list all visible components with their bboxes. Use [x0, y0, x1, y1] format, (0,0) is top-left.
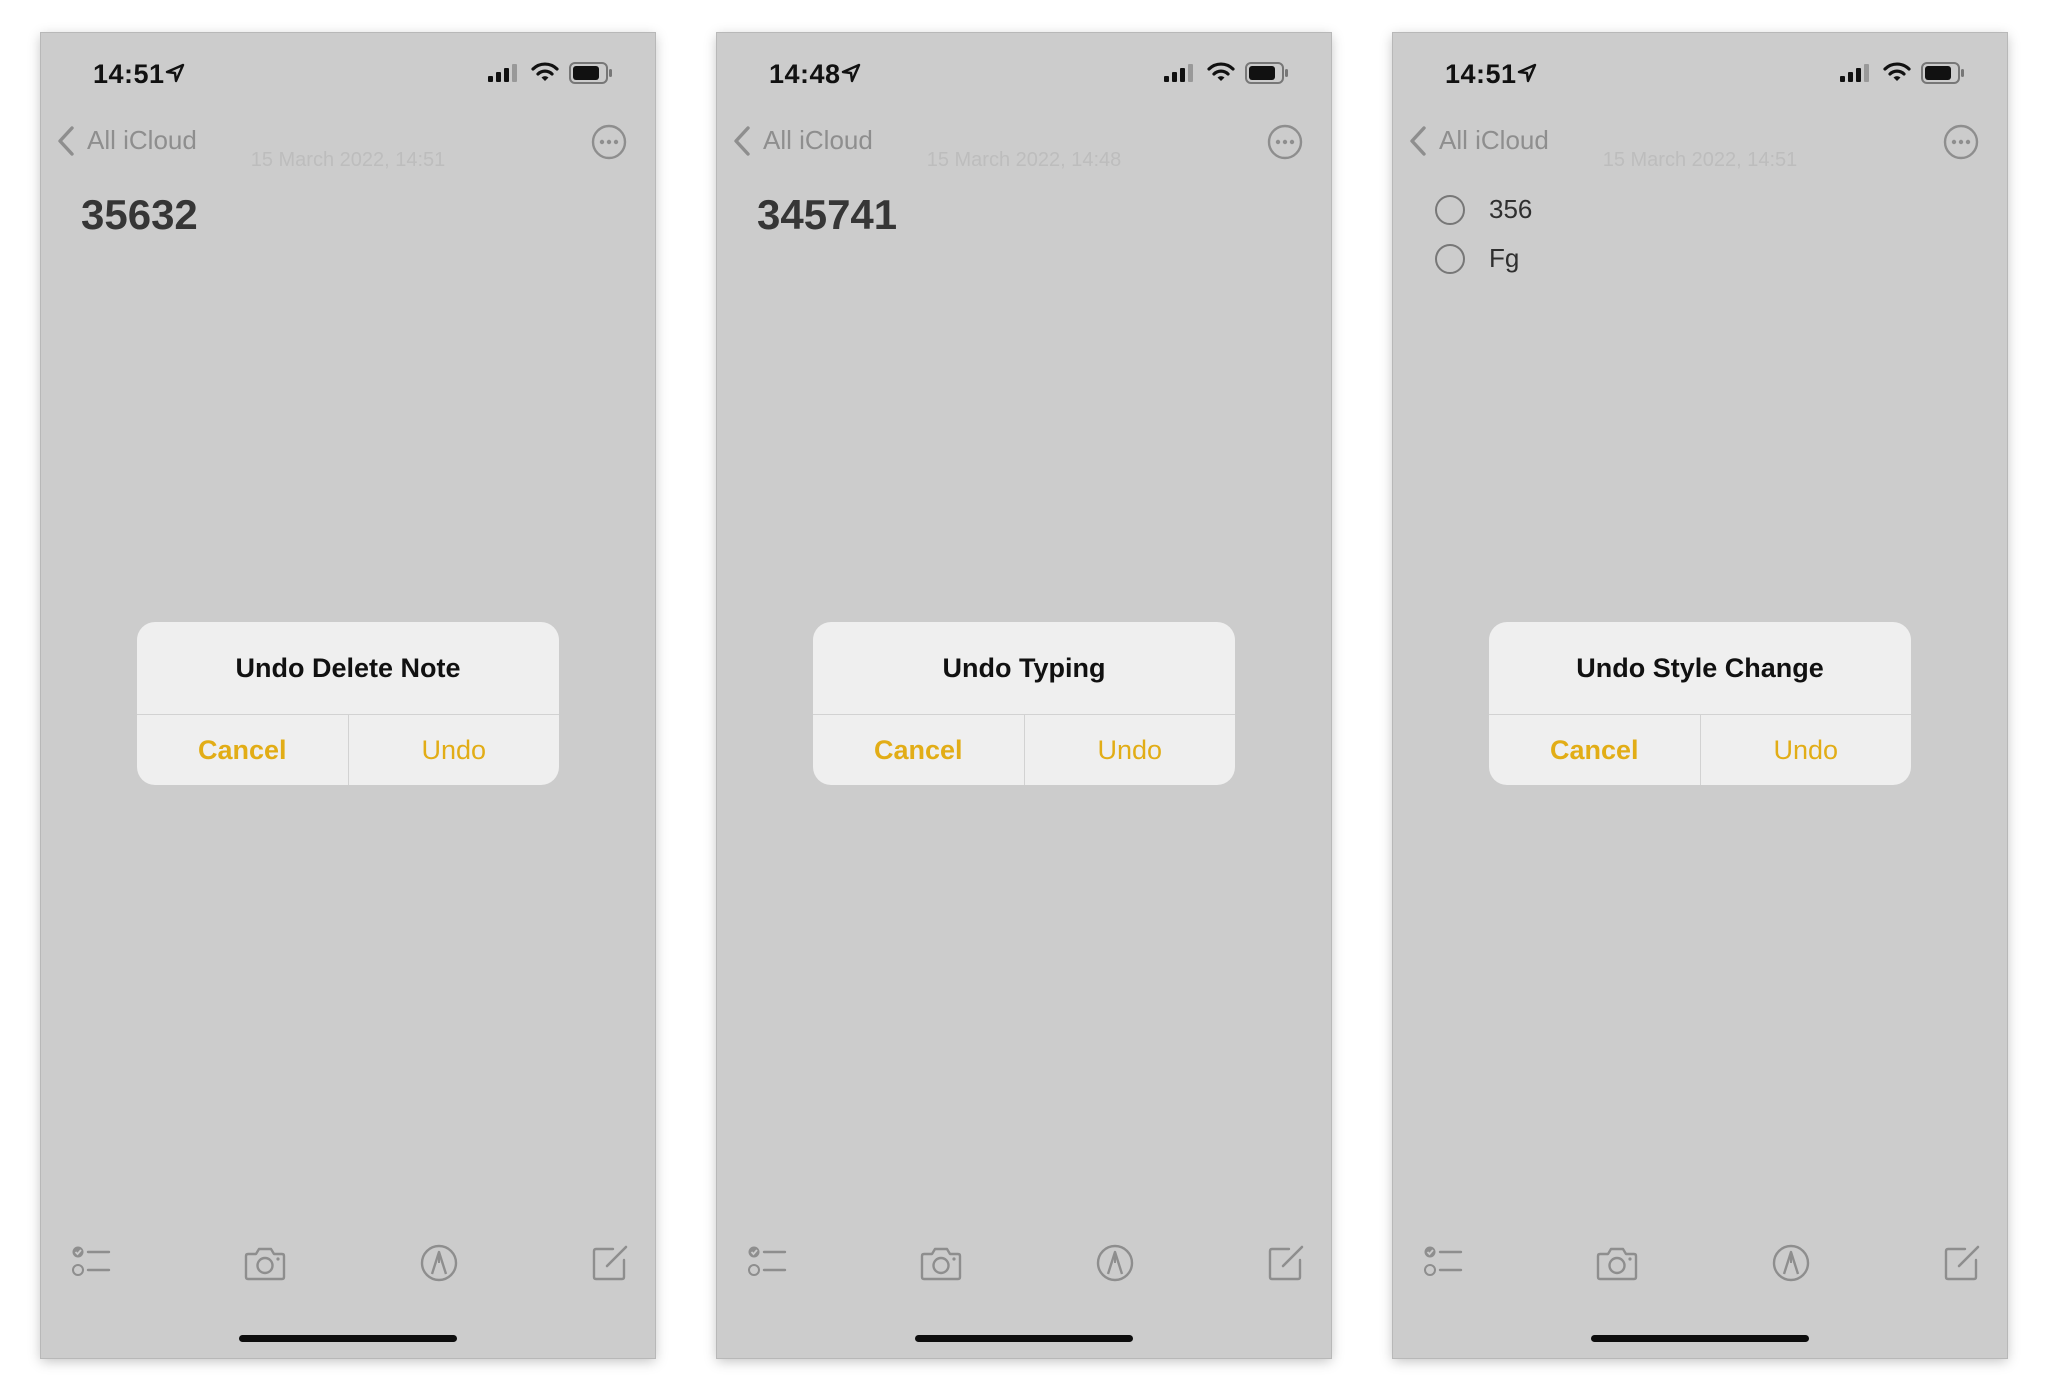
- phone-screen-undo-delete: 14:51 All iCloud 15 March 2022, 14:51 35…: [41, 33, 655, 1358]
- battery-icon: [1921, 62, 1964, 84]
- wifi-icon: [1207, 62, 1235, 81]
- checklist-item-text[interactable]: Fg: [1489, 243, 1519, 274]
- checklist-icon[interactable]: [1423, 1243, 1463, 1283]
- undo-alert-dialog: Undo Typing Cancel Undo: [813, 622, 1235, 785]
- location-arrow-icon: [1517, 63, 1537, 83]
- alert-actions: Cancel Undo: [1489, 715, 1911, 785]
- camera-icon[interactable]: [244, 1243, 286, 1283]
- wifi-icon: [1883, 62, 1911, 81]
- alert-title: Undo Typing: [813, 622, 1235, 715]
- compose-icon[interactable]: [590, 1243, 630, 1283]
- status-time: 14:48: [769, 59, 841, 89]
- location-arrow-icon: [165, 63, 185, 83]
- cellular-signal-icon: [488, 64, 517, 82]
- camera-icon[interactable]: [1596, 1243, 1638, 1283]
- checklist-icon[interactable]: [747, 1243, 787, 1283]
- unchecked-circle-icon[interactable]: [1435, 194, 1465, 225]
- cancel-button[interactable]: Cancel: [813, 715, 1025, 785]
- cellular-signal-icon: [1164, 64, 1193, 82]
- undo-button[interactable]: Undo: [349, 715, 560, 785]
- note-title[interactable]: 35632: [81, 191, 198, 239]
- cellular-signal-icon: [1840, 64, 1869, 82]
- home-indicator: [1591, 1335, 1809, 1342]
- location-arrow-icon: [841, 63, 861, 83]
- alert-title: Undo Style Change: [1489, 622, 1911, 715]
- compose-icon[interactable]: [1942, 1243, 1982, 1283]
- phone-screen-undo-typing: 14:48 All iCloud 15 March 2022, 14:48 34…: [717, 33, 1331, 1358]
- undo-alert-dialog: Undo Style Change Cancel Undo: [1489, 622, 1911, 785]
- status-time: 14:51: [93, 59, 165, 89]
- markup-pen-icon[interactable]: [419, 1243, 459, 1283]
- note-date: 15 March 2022, 14:51: [1602, 149, 1798, 171]
- status-time: 14:51: [1445, 59, 1517, 89]
- phone-screen-undo-style-change: 14:51 All iCloud 15 March 2022, 14:51 35…: [1393, 33, 2007, 1358]
- ellipsis-circle-icon[interactable]: [1943, 124, 1979, 160]
- markup-pen-icon[interactable]: [1095, 1243, 1135, 1283]
- undo-button[interactable]: Undo: [1025, 715, 1236, 785]
- home-indicator: [915, 1335, 1133, 1342]
- compose-icon[interactable]: [1266, 1243, 1306, 1283]
- wifi-icon: [531, 62, 559, 81]
- undo-button[interactable]: Undo: [1701, 715, 1912, 785]
- checklist-item-text[interactable]: 356: [1489, 194, 1532, 225]
- alert-actions: Cancel Undo: [813, 715, 1235, 785]
- checklist-icon[interactable]: [71, 1243, 111, 1283]
- checklist-item[interactable]: 356: [1435, 185, 1532, 234]
- alert-actions: Cancel Undo: [137, 715, 559, 785]
- checklist-item[interactable]: Fg: [1435, 234, 1532, 283]
- note-date: 15 March 2022, 14:51: [250, 149, 446, 171]
- note-title[interactable]: 345741: [757, 191, 897, 239]
- alert-title: Undo Delete Note: [137, 622, 559, 715]
- unchecked-circle-icon[interactable]: [1435, 243, 1465, 274]
- markup-pen-icon[interactable]: [1771, 1243, 1811, 1283]
- ellipsis-circle-icon[interactable]: [1267, 124, 1303, 160]
- home-indicator: [239, 1335, 457, 1342]
- battery-icon: [569, 62, 612, 84]
- cancel-button[interactable]: Cancel: [137, 715, 349, 785]
- note-checklist: 356 Fg: [1435, 185, 1532, 283]
- note-date: 15 March 2022, 14:48: [926, 149, 1122, 171]
- battery-icon: [1245, 62, 1288, 84]
- ellipsis-circle-icon[interactable]: [591, 124, 627, 160]
- camera-icon[interactable]: [920, 1243, 962, 1283]
- undo-alert-dialog: Undo Delete Note Cancel Undo: [137, 622, 559, 785]
- cancel-button[interactable]: Cancel: [1489, 715, 1701, 785]
